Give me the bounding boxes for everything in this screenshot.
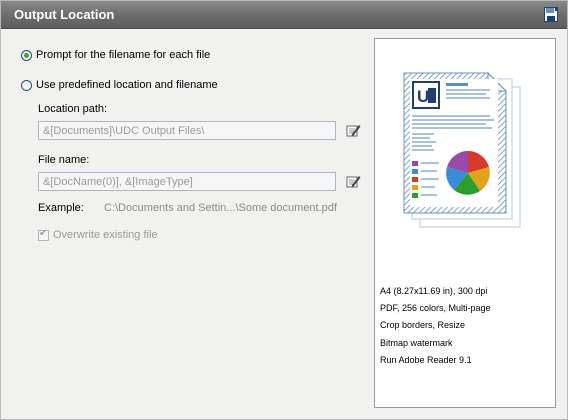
document-pie-chart-icon: U xyxy=(403,71,521,228)
predefined-location-radio[interactable]: Use predefined location and filename xyxy=(21,79,218,91)
save-disk-icon[interactable] xyxy=(544,7,558,22)
file-name-input[interactable] xyxy=(38,172,336,191)
overwrite-checkbox-row[interactable]: ✔ Overwrite existing file xyxy=(38,227,158,241)
preview-panel: U A4 (8.27x11.69 in), 300 dpi PDF, 256 c… xyxy=(374,38,556,408)
summary-line-watermark: Bitmap watermark xyxy=(380,337,453,348)
panel-title: Output Location xyxy=(14,7,115,22)
radio-button-checked[interactable] xyxy=(21,49,32,61)
svg-text:U: U xyxy=(417,87,429,106)
predefined-location-label: Use predefined location and filename xyxy=(36,79,218,91)
edit-pencil-icon[interactable] xyxy=(346,123,361,138)
output-location-panel: Output Location Prompt for the filename … xyxy=(0,0,568,420)
summary-line-paper: A4 (8.27x11.69 in), 300 dpi xyxy=(380,286,488,296)
location-path-input[interactable] xyxy=(38,121,336,140)
file-name-label: File name: xyxy=(38,154,90,166)
check-mark-icon: ✔ xyxy=(39,227,48,239)
overwrite-checkbox[interactable]: ✔ xyxy=(38,227,49,241)
summary-line-format: PDF, 256 colors, Multi-page xyxy=(380,303,491,314)
location-path-label: Location path: xyxy=(38,103,108,115)
edit-pencil-icon[interactable] xyxy=(346,174,361,189)
example-label: Example: xyxy=(38,202,84,214)
summary-line-processing: Crop borders, Resize xyxy=(380,320,466,331)
example-path: C:\Documents and Settin...\Some document… xyxy=(104,202,337,214)
radio-button-unchecked[interactable] xyxy=(21,79,32,91)
prompt-filename-label: Prompt for the filename for each file xyxy=(36,49,211,61)
panel-header: Output Location xyxy=(1,1,567,29)
prompt-filename-radio[interactable]: Prompt for the filename for each file xyxy=(21,49,210,61)
summary-line-action: Run Adobe Reader 9.1 xyxy=(380,354,472,365)
conversion-summary: A4 (8.27x11.69 in), 300 dpi PDF, 256 col… xyxy=(380,283,491,369)
overwrite-label: Overwrite existing file xyxy=(53,229,158,241)
